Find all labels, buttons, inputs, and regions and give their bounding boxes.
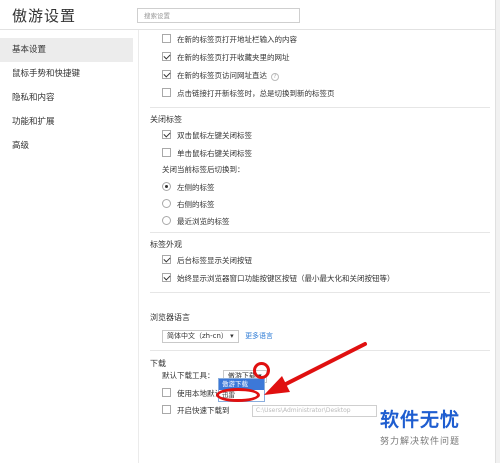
watermark-sub: 努力解决软件问题 (380, 437, 461, 447)
option-open-addressbar-new-tab[interactable]: 在新的标签页打开地址栏输入的内容 (162, 33, 297, 46)
section-title-close-tabs: 关闭标签 (150, 115, 182, 124)
option-open-direct-new-tab[interactable]: 在新的标签页访问网址直达? (162, 69, 279, 82)
annotation-arrow-icon (264, 342, 367, 395)
checkbox[interactable] (162, 34, 171, 43)
annotation-circle-option (216, 388, 260, 402)
checkbox[interactable] (162, 148, 171, 157)
switch-after-close-label: 关闭当前标签后切换到： (162, 165, 245, 174)
section-title-tab-appearance: 标签外观 (150, 240, 182, 249)
option-bg-tab-close-button[interactable]: 后台标签显示关闭按钮 (162, 254, 252, 267)
option-double-click-close[interactable]: 双击鼠标左键关闭标签 (162, 129, 252, 142)
help-icon[interactable]: ? (271, 73, 279, 81)
sidebar-item-basic[interactable]: 基本设置 (0, 38, 133, 62)
checkbox[interactable] (162, 52, 171, 61)
option-fast-download[interactable]: 开启快速下载到 C:\Users\Administrator\Desktop (162, 404, 377, 417)
radio-recent-tab[interactable]: 最近浏览的标签 (162, 215, 230, 228)
checkbox[interactable] (162, 255, 171, 264)
option-right-click-close[interactable]: 单击鼠标右键关闭标签 (162, 147, 252, 160)
download-path-input[interactable]: C:\Users\Administrator\Desktop (251, 405, 377, 417)
checkbox[interactable] (162, 130, 171, 139)
page-title: 傲游设置 (12, 7, 77, 25)
option-open-favorites-new-tab[interactable]: 在新的标签页打开收藏夹里的网址 (162, 51, 290, 64)
checkbox[interactable] (162, 88, 171, 97)
sidebar-item-mouse-gestures[interactable]: 鼠标手势和快捷键 (0, 62, 133, 86)
radio[interactable] (162, 182, 171, 191)
checkbox[interactable] (162, 70, 171, 79)
language-select[interactable]: 简体中文（zh-cn） ▾ (162, 329, 239, 343)
option-switch-to-new-tab[interactable]: 点击链接打开新标签时，总是切换到新的标签页 (162, 87, 335, 100)
checkbox[interactable] (162, 405, 171, 414)
more-languages-link[interactable]: 更多语言 (245, 332, 273, 340)
sidebar-divider (138, 30, 139, 463)
section-divider (150, 292, 490, 293)
radio-left-tab[interactable]: 左侧的标签 (162, 181, 215, 194)
checkbox[interactable] (162, 388, 171, 397)
language-row: 简体中文（zh-cn） ▾ 更多语言 (162, 329, 273, 343)
radio[interactable] (162, 199, 171, 208)
sidebar-item-privacy[interactable]: 隐私和内容 (0, 86, 133, 110)
top-bar: 傲游设置 搜索设置 (0, 0, 500, 30)
section-divider (150, 232, 490, 233)
radio-right-tab[interactable]: 右侧的标签 (162, 198, 215, 211)
option-always-show-window-buttons[interactable]: 始终显示浏览器窗口功能按键区按钮（最小最大化和关闭按钮等） (162, 272, 395, 285)
search-input[interactable]: 搜索设置 (137, 8, 300, 23)
checkbox[interactable] (162, 273, 171, 282)
window-scrollbar[interactable] (495, 0, 500, 463)
section-divider (150, 107, 490, 108)
sidebar-item-extensions[interactable]: 功能和扩展 (0, 110, 133, 134)
sidebar: 基本设置 鼠标手势和快捷键 隐私和内容 功能和扩展 高级 (0, 38, 133, 158)
watermark-main: 软件无忧 (380, 409, 461, 431)
section-title-language: 浏览器语言 (150, 313, 190, 322)
watermark: 软件无忧 努力解决软件问题 (380, 405, 490, 447)
sidebar-item-advanced[interactable]: 高级 (0, 134, 133, 158)
radio[interactable] (162, 216, 171, 225)
section-title-download: 下载 (150, 359, 166, 368)
